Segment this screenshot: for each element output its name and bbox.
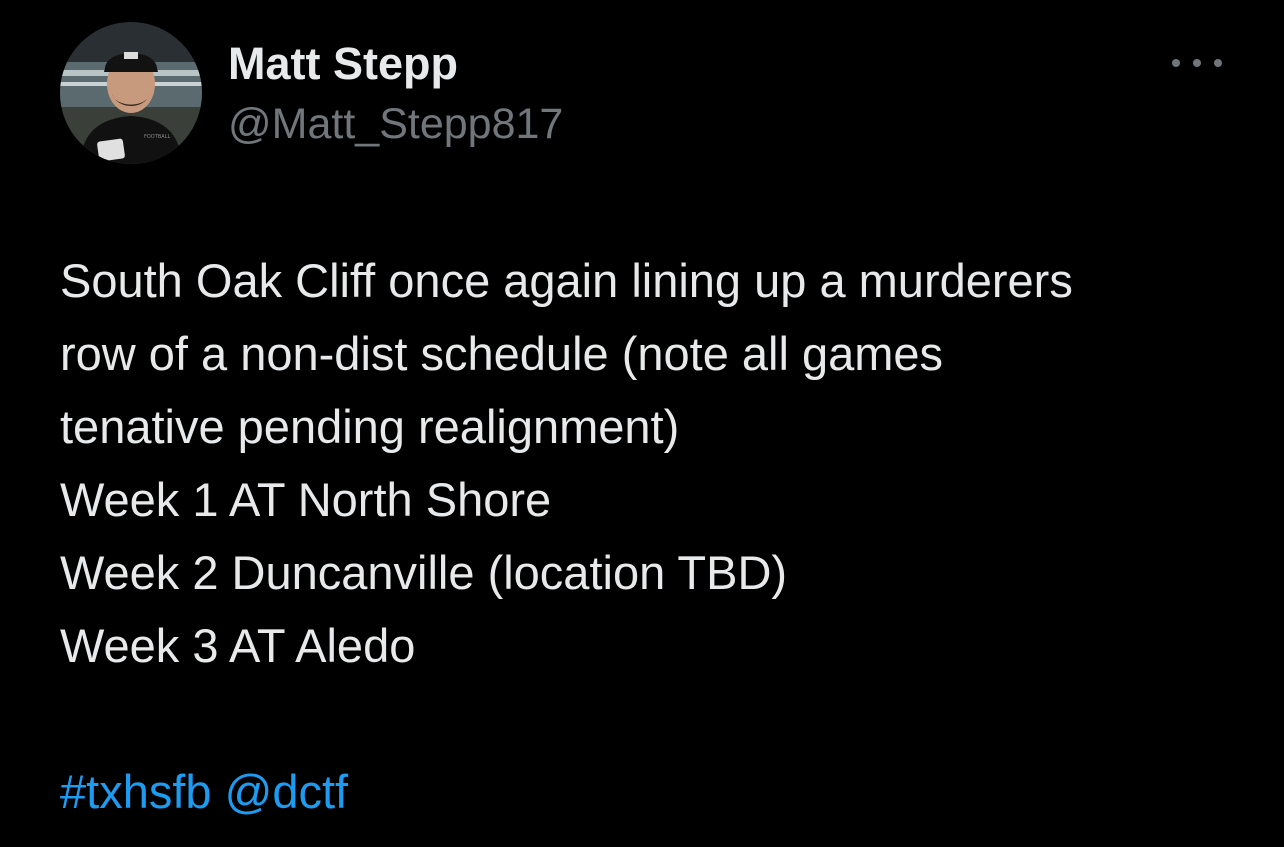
avatar[interactable]: FOOTBALL <box>60 22 202 164</box>
tweet-line: Week 3 AT Aledo <box>60 619 416 672</box>
tweet: FOOTBALL Matt Stepp @Matt_Stepp817 South… <box>0 0 1284 847</box>
svg-text:FOOTBALL: FOOTBALL <box>144 134 170 140</box>
more-options-button[interactable] <box>1172 50 1222 76</box>
more-dot <box>1193 59 1201 67</box>
profile-photo-icon: FOOTBALL <box>60 22 202 164</box>
more-horizontal-icon <box>1172 59 1180 67</box>
tweet-tags-line: #txhsfb @dctf <box>60 755 1250 828</box>
tweet-line: Week 1 AT North Shore <box>60 473 552 526</box>
mention-link[interactable]: @dctf <box>225 765 348 818</box>
author-handle[interactable]: @Matt_Stepp817 <box>228 98 563 150</box>
hashtag-link[interactable]: #txhsfb <box>60 765 212 818</box>
tweet-line: tenative pending realignment) <box>60 400 680 453</box>
tweet-line: row of a non-dist schedule (note all gam… <box>60 327 944 380</box>
author-display-name[interactable]: Matt Stepp <box>228 38 458 90</box>
tweet-line: South Oak Cliff once again lining up a m… <box>60 254 1073 307</box>
more-dot <box>1214 59 1222 67</box>
tweet-line: Week 2 Duncanville (location TBD) <box>60 546 788 599</box>
tweet-text: South Oak Cliff once again lining up a m… <box>60 244 1250 828</box>
